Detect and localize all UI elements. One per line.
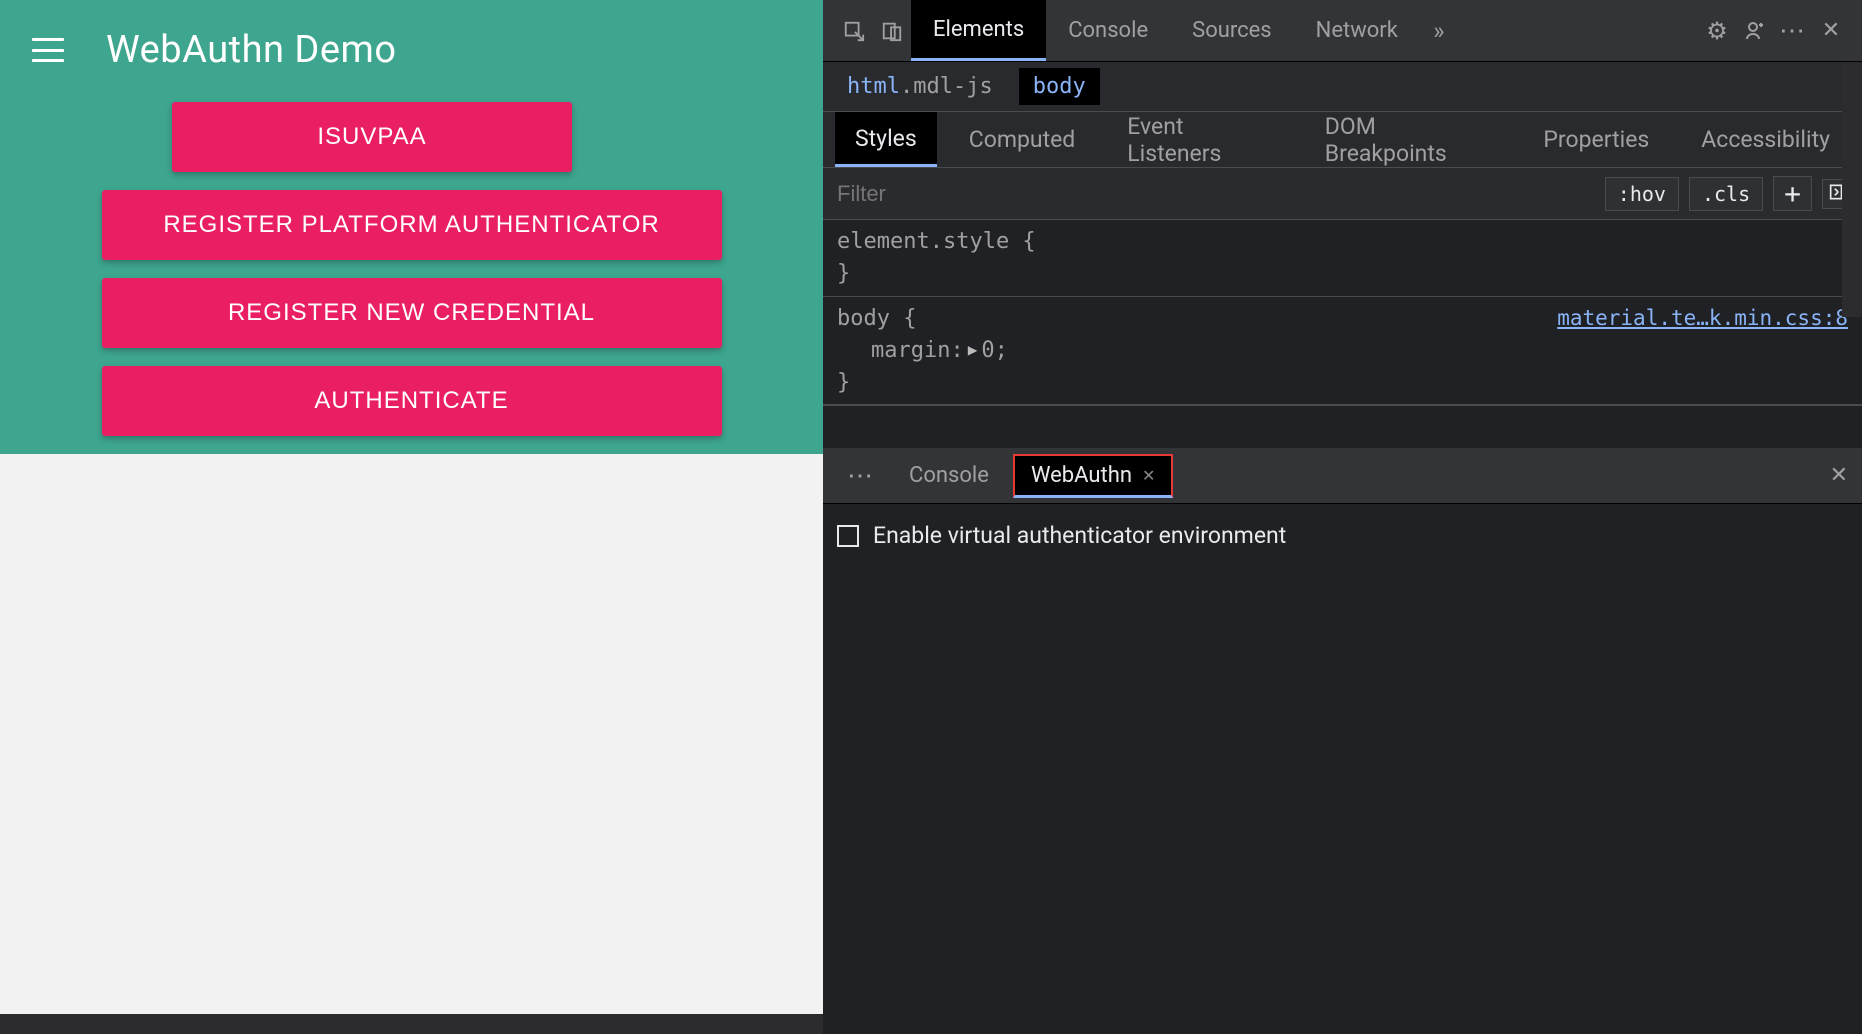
isuvpaa-button[interactable]: ISUVPAA [172, 102, 572, 172]
drawer-tab-webauthn-label: WebAuthn [1031, 463, 1132, 488]
rule-element-style-open: element.style { [837, 226, 1848, 258]
styles-filter-row: :hov .cls [823, 168, 1862, 220]
devtools-drawer: Console WebAuthn Enable virtual authenti… [823, 448, 1862, 1034]
button-stack: ISUVPAA REGISTER PLATFORM AUTHENTICATOR … [0, 102, 823, 436]
drawer-tabs: Console WebAuthn [823, 448, 1862, 504]
enable-virtual-authenticator-row[interactable]: Enable virtual authenticator environment [837, 522, 1848, 549]
tab-network[interactable]: Network [1294, 0, 1420, 61]
subtab-dom-breakpoints[interactable]: DOM Breakpoints [1305, 112, 1512, 167]
drawer-more-icon[interactable] [837, 461, 885, 491]
expand-shorthand-icon[interactable]: ▶ [968, 338, 978, 361]
rule-body-close: } [837, 367, 1848, 399]
feedback-icon[interactable] [1736, 12, 1774, 50]
subtab-accessibility[interactable]: Accessibility [1681, 112, 1850, 167]
dom-breadcrumb: html.mdl-js body [823, 62, 1862, 112]
subtab-computed[interactable]: Computed [949, 112, 1096, 167]
drawer-tab-webauthn[interactable]: WebAuthn [1013, 454, 1173, 498]
cls-toggle[interactable]: .cls [1689, 177, 1763, 211]
styles-filter-input[interactable] [823, 180, 1605, 208]
devtools-toolbar: Elements Console Sources Network [823, 0, 1862, 62]
webauthn-panel-body: Enable virtual authenticator environment [823, 504, 1862, 1034]
breadcrumb-html-class: .mdl-js [900, 74, 993, 99]
register-platform-authenticator-button[interactable]: REGISTER PLATFORM AUTHENTICATOR [102, 190, 722, 260]
subtab-properties[interactable]: Properties [1523, 112, 1669, 167]
more-tabs-icon[interactable] [1420, 12, 1458, 50]
styles-subtabs: Styles Computed Event Listeners DOM Brea… [823, 112, 1862, 168]
tab-console[interactable]: Console [1046, 0, 1170, 61]
inspect-element-icon[interactable] [835, 12, 873, 50]
page-header: WebAuthn Demo ISUVPAA REGISTER PLATFORM … [0, 0, 823, 454]
horizontal-scrollbar[interactable] [0, 1014, 823, 1034]
device-toolbar-icon[interactable] [873, 12, 911, 50]
kebab-menu-icon[interactable] [1774, 12, 1812, 50]
page-title: WebAuthn Demo [106, 28, 397, 72]
hamburger-icon[interactable] [32, 38, 64, 62]
close-devtools-icon[interactable] [1812, 12, 1850, 50]
hov-toggle[interactable]: :hov [1605, 177, 1679, 211]
breadcrumb-body[interactable]: body [1019, 68, 1100, 105]
drawer-tab-console[interactable]: Console [893, 454, 1005, 498]
new-style-rule-icon[interactable] [1773, 176, 1812, 211]
tab-sources[interactable]: Sources [1170, 0, 1294, 61]
rule-body-source-link[interactable]: material.te…k.min.css:8 [1557, 303, 1848, 335]
rendered-page: WebAuthn Demo ISUVPAA REGISTER PLATFORM … [0, 0, 823, 1034]
devtools-vertical-scrollbar[interactable] [1842, 62, 1862, 317]
breadcrumb-html[interactable]: html.mdl-js [837, 70, 1003, 103]
devtools-panel: Elements Console Sources Network html.md… [823, 0, 1862, 1034]
rule-body-prop-value: 0 [981, 338, 994, 363]
register-new-credential-button[interactable]: REGISTER NEW CREDENTIAL [102, 278, 722, 348]
rule-body[interactable]: body { material.te…k.min.css:8 margin:▶0… [823, 297, 1862, 406]
authenticate-button[interactable]: AUTHENTICATE [102, 366, 722, 436]
close-tab-icon[interactable] [1142, 466, 1155, 485]
rule-body-prop-name: margin [871, 338, 950, 363]
rule-body-selector: body { [837, 303, 916, 335]
subtab-event-listeners[interactable]: Event Listeners [1107, 112, 1293, 167]
page-titlebar: WebAuthn Demo [0, 28, 823, 72]
rule-body-margin[interactable]: margin:▶0; [837, 335, 1848, 367]
rule-element-style-close: } [837, 258, 1848, 290]
close-drawer-icon[interactable] [1830, 463, 1848, 488]
enable-virtual-authenticator-checkbox[interactable] [837, 525, 859, 547]
enable-virtual-authenticator-label: Enable virtual authenticator environment [873, 522, 1286, 549]
tab-elements[interactable]: Elements [911, 0, 1046, 61]
subtab-styles[interactable]: Styles [835, 112, 937, 167]
settings-icon[interactable] [1698, 12, 1736, 50]
rule-element-style[interactable]: element.style { } [823, 220, 1862, 297]
breadcrumb-html-tag: html [847, 74, 900, 99]
css-rules: element.style { } body { material.te…k.m… [823, 220, 1862, 406]
